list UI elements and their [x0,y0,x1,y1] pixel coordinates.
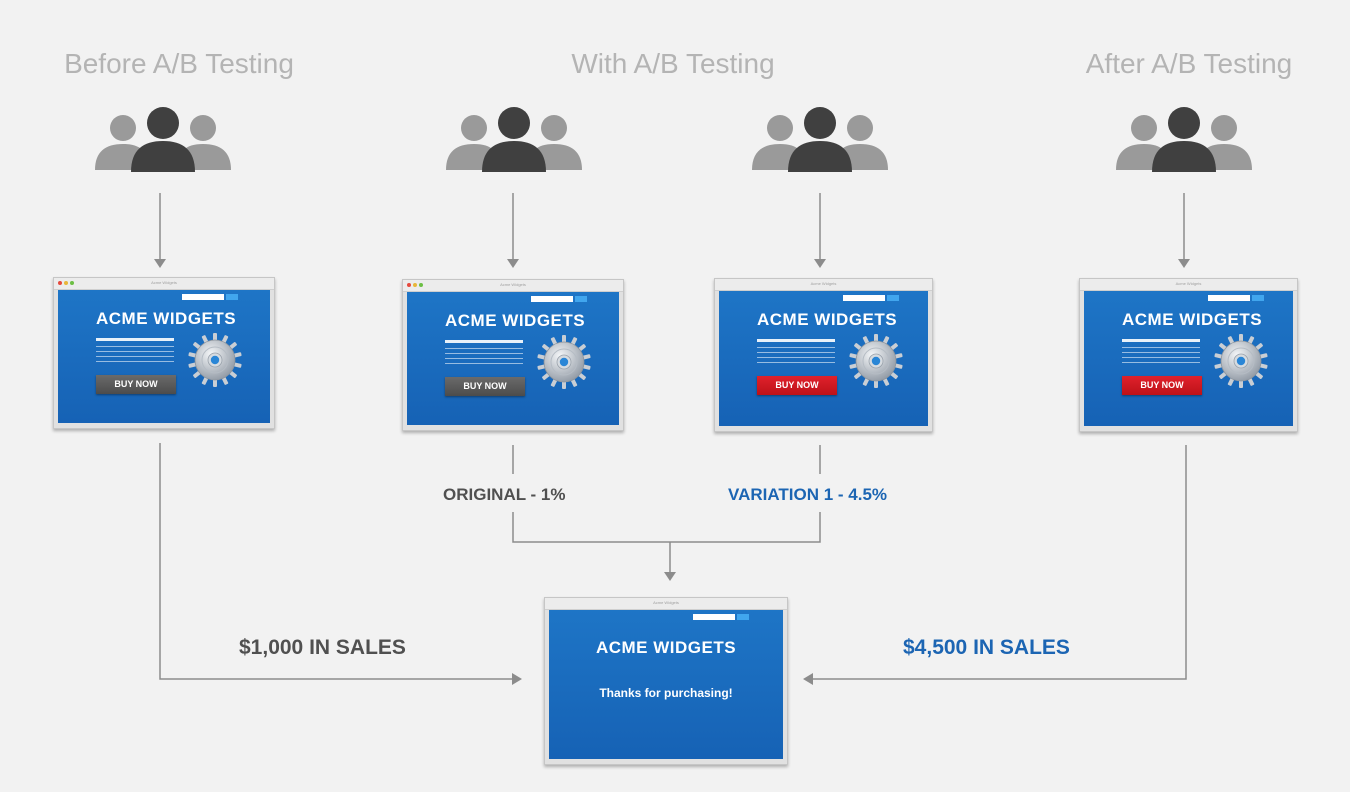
brand-title: ACME WIDGETS [595,638,737,657]
text-line [96,356,174,357]
arrow-down-icon [154,259,166,268]
text-line [445,353,523,354]
gear-icon [849,334,903,388]
buy-now-button[interactable]: BUY NOW [1122,376,1202,395]
text-line [1122,352,1200,353]
arrow-down-icon [814,259,826,268]
page-screen: ACME WIDGETS BUY NOW [58,290,270,423]
nav-search-bar [843,295,885,301]
text-line [757,352,835,353]
gear-icon [537,335,591,389]
nav-button [737,614,749,620]
browser-tab-title: Acme Widgets [653,600,679,605]
text-line [445,363,523,364]
nav-button [1252,295,1264,301]
text-line [1122,347,1200,348]
nav-search-bar [531,296,573,302]
text-line [1122,339,1200,342]
sales-before-label: $1,000 IN SALES [239,636,406,659]
text-line [1122,362,1200,363]
arrow-right-icon [512,673,522,685]
sales-after-label: $4,500 IN SALES [903,636,1070,659]
page-screen: ACME WIDGETS BUY NOW [407,292,619,425]
nav-search-bar [182,294,224,300]
arrow-down-icon [664,572,676,581]
browser-tab-title: Acme Widgets [810,281,837,286]
browser-mockup-thank-you: Acme Widgets ACME WIDGETS Thanks for pur… [544,597,788,765]
browser-titlebar: Acme Widgets [1080,279,1297,291]
brand-title: ACME WIDGETS [1122,310,1263,329]
browser-mockup-original: Acme Widgets ACME WIDGETS BUY NOW [402,279,624,431]
browser-titlebar: Acme Widgets [715,279,932,291]
text-line [757,357,835,358]
text-line [445,340,523,343]
browser-titlebar: Acme Widgets [54,278,274,290]
text-line [445,358,523,359]
browser-titlebar: Acme Widgets [545,598,787,610]
text-line [445,348,523,349]
browser-mockup-before: Acme Widgets ACME WIDGETS BUY NOW [53,277,275,429]
browser-tab-title: Acme Widgets [151,280,177,285]
buy-now-button[interactable]: BUY NOW [757,376,837,395]
browser-tab-title: Acme Widgets [500,282,526,287]
text-line [757,362,835,363]
brand-title: ACME WIDGETS [445,311,586,330]
nav-button [226,294,238,300]
thanks-message: Thanks for purchasing! [599,686,733,700]
brand-title: ACME WIDGETS [757,310,898,329]
brand-title: ACME WIDGETS [96,309,237,328]
text-line [1122,357,1200,358]
nav-button [575,296,587,302]
nav-search-bar [693,614,735,620]
gear-icon [1214,334,1268,388]
arrow-down-icon [1178,259,1190,268]
page-screen: ACME WIDGETS Thanks for purchasing! [549,610,783,759]
buy-now-button[interactable]: BUY NOW [445,377,525,396]
text-line [96,338,174,341]
nav-button [887,295,899,301]
nav-search-bar [1208,295,1250,301]
gear-icon [188,333,242,387]
browser-titlebar: Acme Widgets [403,280,623,292]
page-screen: ACME WIDGETS BUY NOW [1084,291,1293,426]
buy-now-button[interactable]: BUY NOW [96,375,176,394]
browser-mockup-after: Acme Widgets ACME WIDGETS BUY NOW [1079,278,1298,432]
original-result-label: ORIGINAL - 1% [443,485,566,504]
text-line [96,346,174,347]
text-line [757,347,835,348]
text-line [96,351,174,352]
browser-tab-title: Acme Widgets [1175,281,1202,286]
text-line [96,361,174,362]
browser-mockup-variation: Acme Widgets ACME WIDGETS BUY NOW [714,278,933,432]
variation-result-label: VARIATION 1 - 4.5% [728,485,888,504]
arrow-left-icon [803,673,813,685]
page-screen: ACME WIDGETS BUY NOW [719,291,928,426]
arrow-down-icon [507,259,519,268]
text-line [757,339,835,342]
